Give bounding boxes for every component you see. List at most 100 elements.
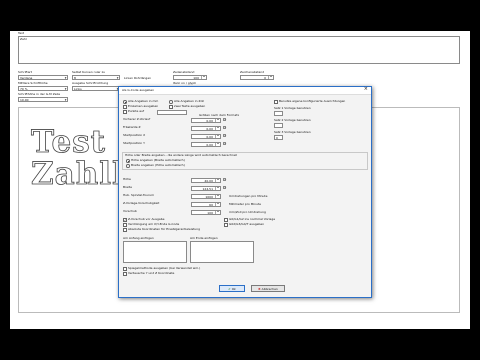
chk-verdraengung[interactable] [123,223,127,227]
spindel-field[interactable]: 1000 ▴▾ [191,193,221,199]
field-label-4: Startposition Y [123,141,145,145]
screen: Text Zahl Schriftart Verdana Selbst Kurv… [10,0,470,360]
z-vorlauf-field[interactable]: 0.00 ▴▾ [191,117,221,123]
field-label-1: Vorherer Z-Vorlauf [123,117,151,121]
zeichenabstand-label: Zeichenabstand [240,70,265,74]
radio-zoll-label: Alle Angaben in Zoll [174,99,205,103]
kerning-select[interactable]: 8 [72,75,120,80]
dimension-group: Höhe oder Breite angeben - die andere Lä… [122,152,368,170]
close-icon[interactable]: × [364,86,368,92]
z-vorschub-field[interactable]: 60 ▴▾ [191,201,221,207]
field-label-2: Fräskante Z [123,125,141,129]
chk-z-vorschub[interactable]: ✓ [123,218,127,222]
z-vorschub-label: Z-Vorlage-Vorschubgkeit [123,201,160,205]
schriftart-select[interactable]: Verdana [18,75,68,80]
unit-label-1: Umdrehungen pro Minute [229,194,268,198]
radio-hoehe-label: Höhe angeben (Breite automatisch) [131,158,185,162]
satz2-label: Satz 2 Vorlage benutzen [274,118,311,122]
text-input-area[interactable]: Zahl [18,36,460,64]
text-input-value: Zahl [20,36,27,41]
fx-icon-6[interactable]: … [223,186,227,190]
fx-icon-2[interactable]: … [223,126,227,130]
radio-zoll[interactable] [169,100,173,104]
chk-einzelnen-label: Einzelnen ausgeben [128,104,159,108]
fx-icon-1[interactable]: … [223,118,227,122]
satz1-field[interactable] [274,111,283,116]
chk-absolute-label: Absolute Koordinaten für Ersatzgarantiel… [128,227,201,231]
ausgabe-label: Ausgabe Schriftrichtung [72,81,109,85]
chk-g02[interactable] [224,223,228,227]
breite-field[interactable]: 124.51 ▴▾ [191,185,221,191]
ok-button-label: Ok [231,287,236,291]
satz2-field[interactable] [274,123,283,128]
fx-icon-3[interactable]: … [223,134,227,138]
unit-label-2: Millimeter pro Minute [229,202,262,206]
mittlere-label: Mittlere Schrifthöhe [18,81,48,85]
chk-g02-label: G02/G3/G4/T ausgeben [229,222,265,226]
radio-breite[interactable] [126,164,130,168]
radio-mm[interactable] [123,100,127,104]
breite-label: Breite [123,185,132,189]
cancel-button[interactable]: ✖ Abbrechen [251,285,285,292]
check-icon: ✔ [228,287,231,291]
chk-spiegel[interactable] [123,267,127,271]
linien-label: Linien Rohrlängen [124,76,152,80]
zeilenabstand-field[interactable]: 100 ▴▾ [173,75,207,80]
cancel-button-label: Abbrechen [261,287,278,291]
satz3-field[interactable]: 0 [274,135,283,140]
radio-mm-label: Alle Angaben in mm [128,99,159,103]
chk-absolute[interactable] [123,228,127,232]
zeichenabstand-field[interactable]: 0 ▴▾ [240,75,274,80]
radio-hoehe[interactable] [126,159,130,163]
gcode-dialog: Als G-Code ausgeben × Alle Angaben in mm… [118,86,372,298]
chk-verdraengung-label: Verdrängung am X/Y-Ende G-Code [128,222,180,226]
schrift-select[interactable]: 10.00 [18,97,68,102]
anfang-label: Am Anfang einfügen [123,236,154,240]
hoehe-field[interactable]: 40.00 ▴▾ [191,177,221,183]
ausgabe-select[interactable]: Links [72,86,120,91]
preview-line-2: Zahll [31,156,125,192]
preview-line-1: Test [31,124,107,160]
cancel-x-icon: ✖ [258,287,261,291]
chk-einzelnen[interactable] [123,105,127,109]
zeilenabstand-label: Zeilenabstand [173,70,195,74]
fx-icon-5[interactable]: … [223,178,227,182]
vorschub-field[interactable]: 100 ▴▾ [191,209,221,215]
chk-z-vorschub-label: Z-Vorschub vor Ausgabe [128,217,165,221]
satz3-label: Satz 3 Vorlage benutzen [274,130,311,134]
start-x-field[interactable]: 0.00 ▴▾ [191,133,221,139]
chk-punkte[interactable] [123,110,127,114]
chk-interne[interactable] [274,100,278,104]
kerning-label: Selbst Kurven ruler zu [72,70,106,74]
dialog-titlebar: Als G-Code ausgeben × [119,86,371,95]
vorschub-label: Vorschub [123,209,137,213]
chk-punkte-label: Punkte auf [128,109,145,113]
chk-zwei[interactable] [169,105,173,109]
ende-textarea[interactable] [190,241,254,263]
dimension-group-title: Höhe oder Breite angeben - die andere Lä… [125,153,237,157]
chk-zwei-label: zwei Texte ausgeben [174,104,206,108]
punkte-field[interactable] [157,109,187,115]
chk-g0g1-label: G0/G1/G2 ins nochmal Vorlage [229,217,276,221]
field-label-3: Startposition X [123,133,146,137]
spindel-label: Hub. Spindel-Tourum [123,193,155,197]
unit-label-3: mm/Zoll pro Umdrehung [229,210,266,214]
dialog-title: Als G-Code ausgeben [122,87,155,92]
start-y-field[interactable]: 0.00 ▴▾ [191,141,221,147]
chk-vertausche[interactable] [123,272,127,276]
chk-g0g1[interactable] [224,218,228,222]
mittlere-select[interactable]: 70 % [18,86,68,91]
chk-interne-label: Benutze eigene konfigurierte Ausrichtung… [279,99,346,103]
satz1-label: Satz 1 Vorlage benutzen [274,106,311,110]
fx-icon-4[interactable]: … [223,142,227,146]
anfang-textarea[interactable] [123,241,187,263]
ok-button[interactable]: ✔ Ok [219,285,245,292]
text-label: Text [18,31,25,35]
fraeskante-field[interactable]: 0.00 ▴▾ [191,125,221,131]
chk-spiegel-label: Spiegelmethode ausgeben (bei Verwendet w… [128,266,201,270]
hoehe-label: Höhe [123,177,131,181]
radio-breite-label: Breite angeben (Höhe automatisch) [131,163,185,167]
chk-vertausche-label: Vertausche Y und Z Koordinate [128,271,175,275]
schrift-label: Schrifthöhe in der G-M Zeile [18,92,61,96]
schriftart-label: Schriftart [18,70,32,74]
